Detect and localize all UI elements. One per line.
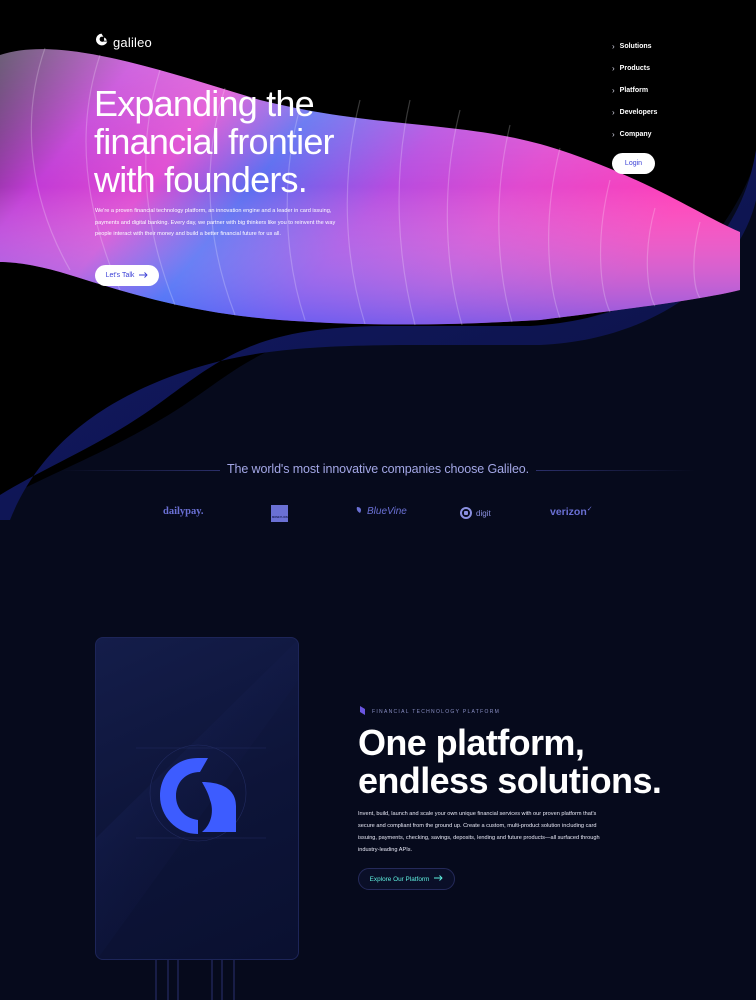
- hero-title: Expanding the financial frontier with fo…: [94, 85, 394, 199]
- check-icon: ✓: [586, 506, 593, 513]
- platform-card: [95, 637, 299, 960]
- hero-description: We're a proven financial technology plat…: [95, 208, 336, 237]
- client-logo-text: verizon: [550, 506, 587, 518]
- nav-item-label: Company: [619, 130, 652, 138]
- nav-item-label: Solutions: [619, 42, 652, 50]
- client-logo-moneylion: MONEYLION: [271, 505, 288, 522]
- chevron-right-icon: ›: [612, 85, 615, 95]
- explore-platform-button[interactable]: Explore Our Platform: [358, 868, 455, 890]
- nav-item-platform[interactable]: › Platform: [612, 79, 657, 101]
- leaf-icon: [359, 706, 366, 717]
- section-description: Invent, build, launch and scale your own…: [358, 811, 600, 853]
- clients-title: The world's most innovative companies ch…: [226, 462, 530, 476]
- client-logo-dailypay: dailypay.: [163, 506, 204, 517]
- chevron-right-icon: ›: [612, 41, 615, 51]
- login-button[interactable]: Login: [612, 153, 655, 174]
- client-logo-verizon: verizon ✓: [550, 506, 593, 518]
- galileo-emblem-icon: [158, 756, 240, 841]
- eyebrow-label: FINANCIAL TECHNOLOGY PLATFORM: [372, 708, 501, 715]
- nav-item-developers[interactable]: › Developers: [612, 101, 657, 123]
- chevron-right-icon: ›: [612, 63, 615, 73]
- section-title: One platform, endless solutions.: [358, 724, 678, 800]
- nav-item-label: Platform: [619, 86, 649, 94]
- lets-talk-label: Let's Talk: [105, 272, 135, 279]
- brand-name: galileo: [113, 34, 152, 50]
- client-logo-digit: digit: [460, 507, 491, 519]
- nav-item-company[interactable]: › Company: [612, 123, 657, 145]
- nav-item-label: Products: [619, 64, 651, 72]
- arrow-right-icon: [139, 271, 149, 280]
- client-logo-text: dailypay.: [163, 506, 204, 517]
- client-logo-text: BlueVine: [367, 506, 407, 517]
- hero-title-line: Expanding the: [94, 83, 315, 124]
- chevron-right-icon: ›: [612, 107, 615, 117]
- client-logo-text: digit: [476, 508, 491, 518]
- decorative-lines: [150, 960, 240, 1000]
- hero-title-line: financial frontier: [94, 121, 335, 162]
- galileo-logo-icon: [95, 33, 108, 51]
- moneylion-logo-icon: MONEYLION: [271, 505, 288, 522]
- nav-item-solutions[interactable]: › Solutions: [612, 35, 657, 57]
- nav-item-label: Developers: [619, 108, 658, 116]
- main-nav: › Solutions › Products › Platform › Deve…: [612, 35, 657, 174]
- bluevine-logo-icon: [356, 506, 363, 517]
- lets-talk-button[interactable]: Let's Talk: [95, 265, 159, 286]
- nav-item-products[interactable]: › Products: [612, 57, 657, 79]
- client-logo-bluevine: BlueVine: [356, 506, 407, 517]
- chevron-right-icon: ›: [612, 129, 615, 139]
- section-title-line: endless solutions.: [358, 760, 662, 801]
- arrow-right-icon: [434, 875, 443, 883]
- section-title-line: One platform,: [358, 722, 585, 763]
- brand-logo[interactable]: galileo: [95, 33, 152, 51]
- digit-logo-icon: [460, 507, 472, 519]
- section-eyebrow: FINANCIAL TECHNOLOGY PLATFORM: [359, 706, 500, 717]
- hero-title-line: with founders.: [94, 159, 308, 200]
- explore-platform-label: Explore Our Platform: [369, 875, 430, 883]
